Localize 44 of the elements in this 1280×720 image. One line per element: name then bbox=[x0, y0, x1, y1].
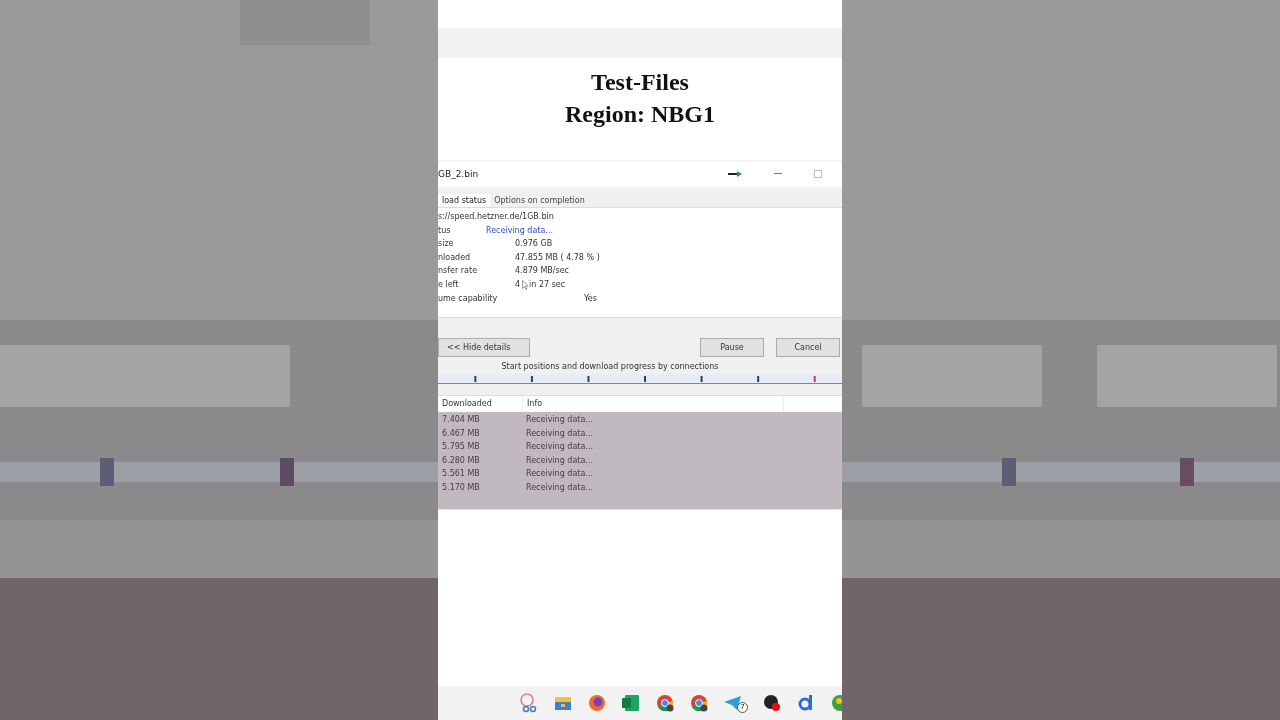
record-icon[interactable] bbox=[762, 693, 782, 713]
detail-label: e left bbox=[438, 280, 460, 289]
table-cell: Receiving data... bbox=[526, 415, 593, 425]
tab[interactable]: load status bbox=[438, 194, 491, 207]
cancel-button[interactable]: Cancel bbox=[776, 338, 840, 357]
window-title: GB_2.bin bbox=[438, 169, 480, 179]
table-cell: Receiving data... bbox=[526, 455, 593, 465]
cursor-icon bbox=[522, 279, 529, 290]
chrome-icon[interactable] bbox=[689, 693, 709, 713]
detail-value: Yes bbox=[584, 294, 597, 303]
table-cell: Receiving data... bbox=[526, 428, 593, 438]
tab[interactable]: Options on completion bbox=[490, 194, 589, 207]
region-title: Region: NBG1 bbox=[565, 100, 715, 129]
detail-value: 4 bbox=[515, 280, 521, 289]
hide-details-button[interactable]: << Hide details bbox=[438, 338, 530, 357]
table-cell-text: 5.795 MB bbox=[441, 442, 481, 452]
table-cell: Receiving data... bbox=[526, 482, 593, 492]
table-cell-text: 5.561 MB bbox=[441, 469, 481, 479]
scissors-icon[interactable] bbox=[519, 693, 539, 713]
browser-icon[interactable] bbox=[587, 693, 607, 713]
detail-value: 4.879 MB/sec bbox=[515, 266, 570, 275]
detail-label: size bbox=[438, 239, 455, 248]
chrome-icon[interactable] bbox=[655, 693, 675, 713]
minimize-button[interactable] bbox=[774, 173, 782, 175]
detail-label: tus bbox=[438, 225, 452, 235]
detail-value: 0.976 GB bbox=[515, 239, 553, 248]
url-text: s://speed.hetzner.de/1GB.bin bbox=[438, 212, 555, 221]
detail-value: 47.855 MB ( 4.78 % ) bbox=[515, 252, 600, 262]
pause-button[interactable]: Pause bbox=[700, 338, 764, 357]
detail-label: nloaded bbox=[438, 252, 472, 262]
connections-label: Start positions and download progress by connections bbox=[500, 362, 720, 371]
detail-label: nsfer rate bbox=[438, 266, 479, 275]
spreadsheet-icon[interactable] bbox=[621, 693, 641, 713]
table-cell-text: 7.404 MB bbox=[441, 415, 481, 425]
table-cell-text: 5.170 MB bbox=[441, 482, 481, 492]
detail-value: Receiving data... bbox=[486, 225, 553, 235]
table-cell-text: 6.280 MB bbox=[441, 455, 481, 465]
table-cell-text: 6.467 MB bbox=[441, 428, 481, 438]
detail-label: ume capability bbox=[438, 294, 499, 303]
arrow-icon bbox=[728, 171, 742, 177]
page-title: Test-Files bbox=[591, 68, 689, 97]
table-cell: Receiving data... bbox=[526, 442, 593, 452]
table-cell: Receiving data... bbox=[526, 469, 593, 479]
detail-value: in 27 sec bbox=[529, 280, 566, 289]
